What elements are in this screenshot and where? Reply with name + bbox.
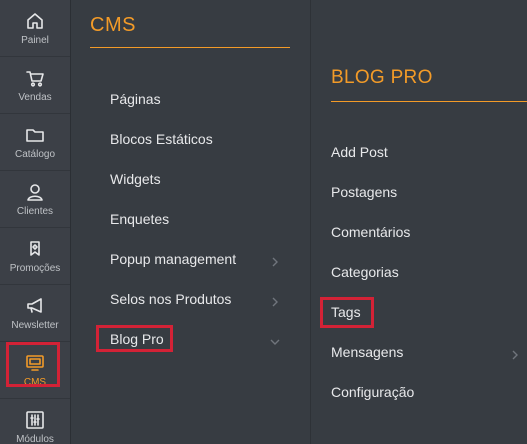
user-icon <box>25 182 45 202</box>
rail-item-vendas[interactable]: Vendas <box>0 57 70 114</box>
rail-item-cms[interactable]: CMS <box>0 342 70 399</box>
sliders-icon <box>25 410 45 430</box>
rail-item-modulos[interactable]: Módulos <box>0 399 70 444</box>
home-icon <box>25 11 45 31</box>
cms-submenu: CMS Páginas Blocos Estáticos Widgets Enq… <box>71 0 311 444</box>
blog-item-add-post[interactable]: Add Post <box>331 140 388 164</box>
cms-item-blog-pro[interactable]: Blog Pro <box>110 327 164 351</box>
chevron-right-icon <box>510 347 520 360</box>
blog-item-categorias[interactable]: Categorias <box>331 260 399 284</box>
cms-item-selos-nos-produtos[interactable]: Selos nos Produtos <box>110 287 231 311</box>
chevron-down-icon <box>270 334 280 345</box>
cms-item-popup-management[interactable]: Popup management <box>110 247 236 271</box>
admin-app: Painel Vendas Catálogo Clientes Promoçõe… <box>0 0 527 444</box>
tag-icon <box>25 239 45 259</box>
cms-title: CMS <box>90 14 136 36</box>
rail-item-catalogo[interactable]: Catálogo <box>0 114 70 171</box>
cms-item-enquetes[interactable]: Enquetes <box>110 207 169 231</box>
blog-pro-submenu: BLOG PRO Add Post Postagens Comentários … <box>311 0 527 444</box>
rail-item-painel[interactable]: Painel <box>0 0 70 57</box>
cms-item-paginas[interactable]: Páginas <box>110 87 161 111</box>
rail-item-label: Módulos <box>16 433 54 444</box>
rail-item-label: Painel <box>21 34 49 46</box>
cms-item-blocos-estaticos[interactable]: Blocos Estáticos <box>110 127 213 151</box>
chevron-right-icon <box>270 294 280 307</box>
rail-item-label: Vendas <box>18 91 52 103</box>
blog-item-postagens[interactable]: Postagens <box>331 180 397 204</box>
cart-icon <box>25 68 45 88</box>
blog-pro-title: BLOG PRO <box>331 67 433 88</box>
rail-item-promocoes[interactable]: Promoções <box>0 228 70 285</box>
rail-item-label: Promoções <box>9 262 61 274</box>
rail-item-newsletter[interactable]: Newsletter <box>0 285 70 342</box>
rail-item-label: CMS <box>23 376 47 388</box>
blog-item-mensagens[interactable]: Mensagens <box>331 340 403 364</box>
rail-item-label: Catálogo <box>14 148 56 160</box>
folder-icon <box>25 125 45 145</box>
rail-item-label: Newsletter <box>11 319 59 331</box>
blog-item-configuracao[interactable]: Configuração <box>331 380 414 404</box>
main-nav-rail: Painel Vendas Catálogo Clientes Promoçõe… <box>0 0 71 444</box>
blog-pro-title-divider <box>331 101 527 102</box>
cms-title-divider <box>90 47 290 48</box>
blog-item-comentarios[interactable]: Comentários <box>331 220 410 244</box>
monitor-icon <box>25 353 45 373</box>
rail-item-clientes[interactable]: Clientes <box>0 171 70 228</box>
blog-item-tags[interactable]: Tags <box>331 300 361 324</box>
rail-item-label: Clientes <box>16 205 54 217</box>
cms-item-widgets[interactable]: Widgets <box>110 167 161 191</box>
megaphone-icon <box>25 296 45 316</box>
chevron-right-icon <box>270 254 280 267</box>
